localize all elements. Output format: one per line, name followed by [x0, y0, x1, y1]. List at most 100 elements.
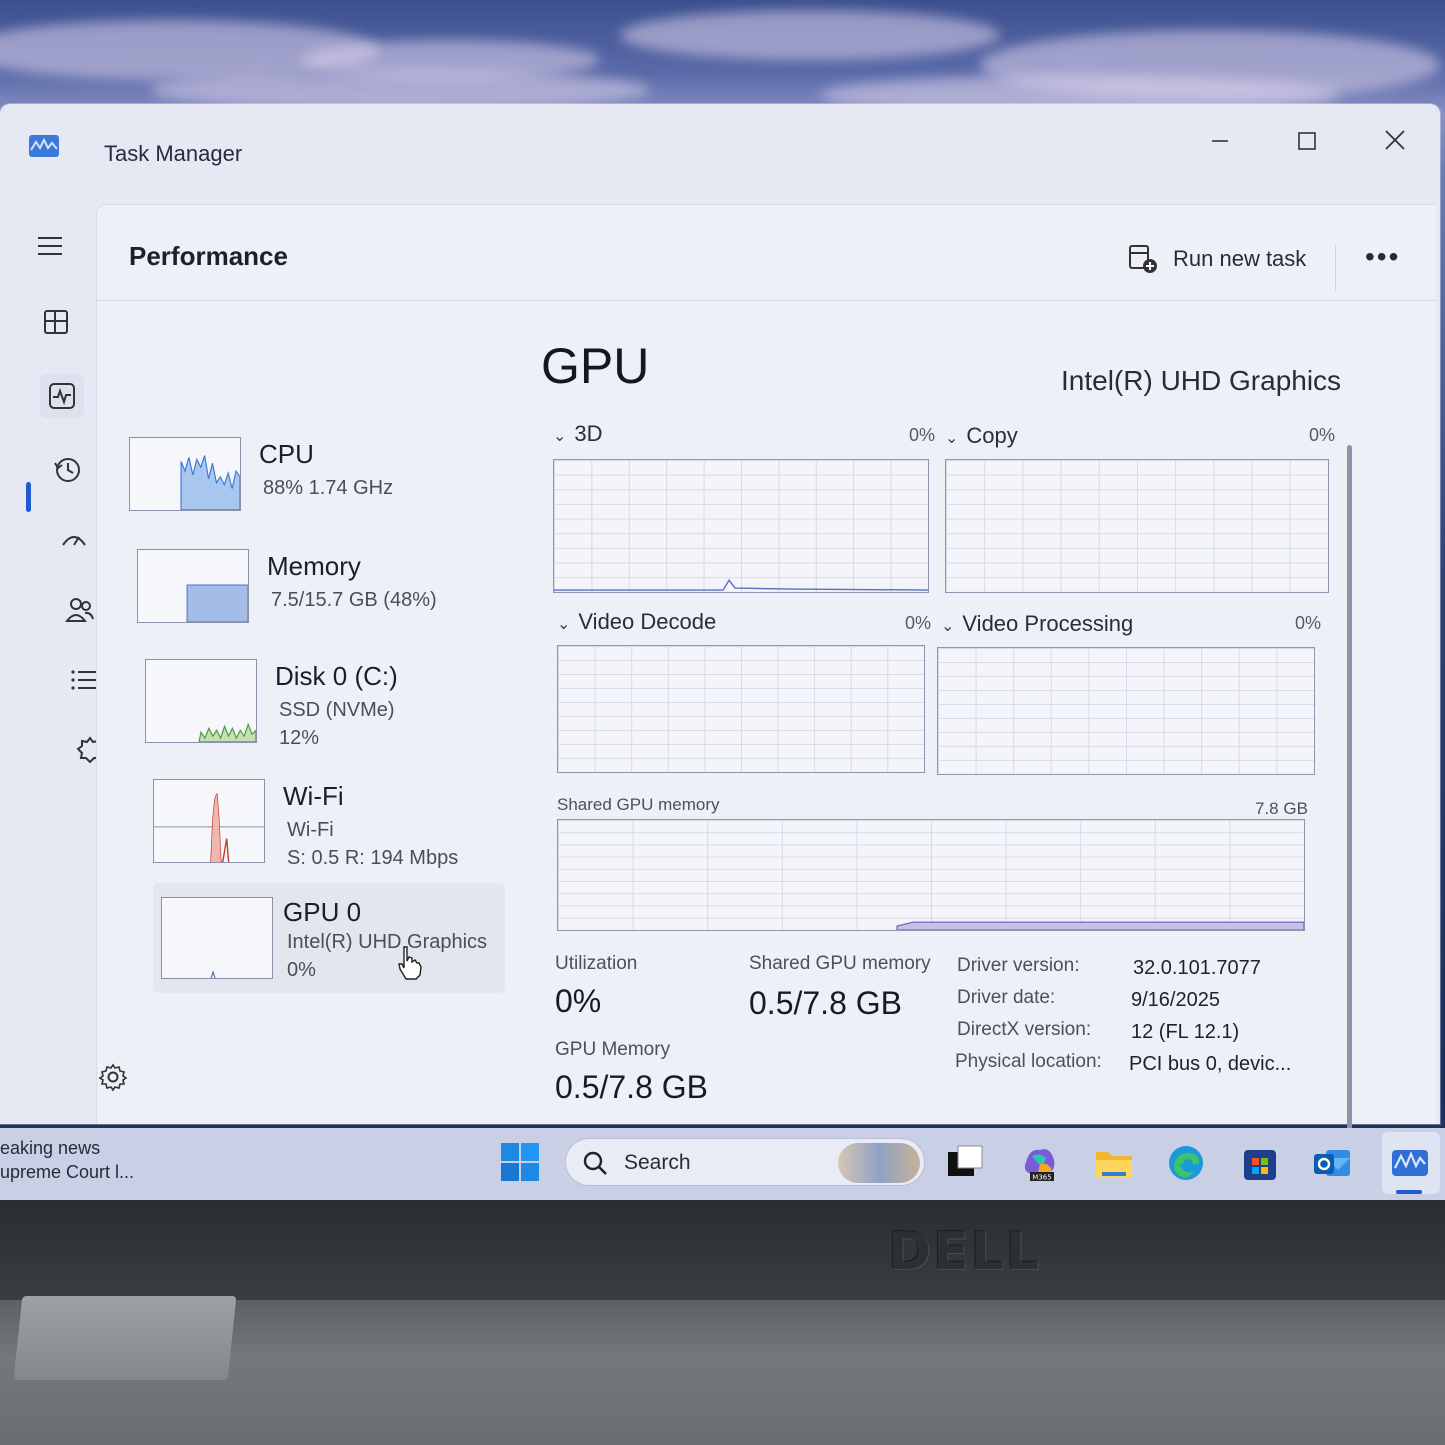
shared-memory-value: 0.5/7.8 GB — [749, 985, 902, 1021]
graph-video-decode-dropdown[interactable]: ⌄ Video Decode — [557, 609, 716, 635]
graph-video-decode-percent: 0% — [905, 613, 932, 633]
run-new-task-button[interactable]: Run new task — [1127, 241, 1306, 277]
start-button[interactable] — [500, 1142, 540, 1182]
cpu-usage: 88% 1.74 GHz — [263, 477, 394, 499]
edge-icon[interactable] — [1166, 1144, 1206, 1182]
nav-processes[interactable] — [34, 300, 78, 344]
task-manager-icon — [1392, 1150, 1428, 1176]
page-header: Performance Run new task ••• — [97, 205, 1436, 301]
task-manager-app-icon — [29, 135, 59, 157]
utilization-value: 0% — [555, 983, 602, 1019]
physical-location-key: Physical location: — [955, 1051, 1102, 1072]
laptop-bezel — [0, 1200, 1445, 1300]
chevron-down-icon: ⌄ — [945, 430, 959, 447]
nav-startup-apps[interactable] — [52, 518, 96, 562]
graph-video-decode-label: Video Decode — [578, 609, 717, 634]
close-button[interactable] — [1370, 122, 1420, 162]
file-explorer-icon[interactable] — [1094, 1144, 1134, 1182]
app-history-icon — [54, 458, 80, 482]
shared-memory-label: Shared GPU memory — [749, 953, 931, 974]
directx-version-key: DirectX version: — [957, 1019, 1092, 1040]
taskbar: eaking news upreme Court l... Search M36… — [0, 1128, 1445, 1200]
graph-video-processing — [937, 647, 1315, 775]
nav-rail — [0, 204, 104, 1104]
chevron-down-icon: ⌄ — [941, 618, 955, 635]
search-highlight-image — [838, 1143, 920, 1183]
graph-video-processing-label: Video Processing — [962, 611, 1134, 636]
shared-memory-graph-max: 7.8 GB — [1255, 799, 1308, 818]
perf-item-wifi[interactable]: Wi-Fi Wi-Fi S: 0.5 R: 194 Mbps — [153, 779, 533, 889]
disk-label: Disk 0 (C:) — [275, 661, 398, 691]
nav-performance[interactable] — [40, 374, 84, 418]
m365-icon[interactable]: M365 — [1020, 1144, 1060, 1182]
disk-type: SSD (NVMe) — [279, 699, 395, 721]
details-icon — [71, 670, 97, 690]
graph-video-processing-dropdown[interactable]: ⌄ Video Processing — [941, 611, 1133, 637]
chevron-down-icon: ⌄ — [553, 428, 567, 445]
graph-3d-label: 3D — [574, 421, 603, 446]
chevron-down-icon: ⌄ — [557, 616, 571, 633]
hand-cursor-icon — [398, 946, 422, 980]
search-placeholder: Search — [624, 1151, 691, 1174]
page-title: Performance — [129, 241, 288, 271]
wifi-adapter: Wi-Fi — [287, 819, 334, 841]
scrollbar[interactable] — [1347, 445, 1352, 1175]
graph-video-processing-percent: 0% — [1295, 613, 1322, 633]
driver-date-value: 9/16/2025 — [1131, 989, 1220, 1011]
graph-video-decode — [557, 645, 925, 773]
news-widget-line1[interactable]: eaking news — [0, 1138, 100, 1159]
laptop-hinge — [13, 1296, 237, 1380]
wifi-thumbnail-graph — [153, 779, 265, 863]
disk-usage: 12% — [279, 727, 320, 749]
window-title: Task Manager — [104, 141, 243, 166]
more-options-button[interactable]: ••• — [1365, 241, 1400, 273]
users-icon — [65, 598, 94, 622]
memory-thumbnail-graph — [137, 549, 249, 623]
perf-item-cpu[interactable]: CPU 88% 1.74 GHz — [129, 437, 509, 547]
perf-item-disk[interactable]: Disk 0 (C:) SSD (NVMe) 12% — [145, 659, 525, 769]
nav-app-history[interactable] — [46, 448, 90, 492]
run-new-task-icon — [1129, 245, 1157, 273]
gpu-memory-value: 0.5/7.8 GB — [555, 1069, 708, 1105]
wifi-label: Wi-Fi — [283, 781, 344, 811]
memory-label: Memory — [267, 551, 361, 581]
news-widget-line2[interactable]: upreme Court l... — [0, 1162, 134, 1183]
m365-label: M365 — [1032, 1174, 1051, 1182]
gpu-label: GPU 0 — [283, 897, 362, 927]
nav-active-indicator — [26, 482, 31, 512]
store-icon[interactable] — [1240, 1144, 1280, 1182]
close-icon — [1385, 130, 1405, 150]
task-view-icon[interactable] — [944, 1144, 984, 1182]
minimize-icon — [1212, 140, 1228, 142]
title-bar[interactable]: Task Manager — [0, 104, 1440, 194]
physical-location-value: PCI bus 0, devic... — [1129, 1053, 1292, 1075]
graph-3d — [553, 459, 929, 593]
memory-usage: 7.5/15.7 GB (48%) — [271, 589, 437, 611]
processes-icon — [44, 310, 68, 334]
maximize-button[interactable] — [1282, 122, 1332, 162]
graph-shared-memory — [557, 819, 1305, 931]
perf-item-gpu[interactable]: GPU 0 Intel(R) UHD Graphics 0% — [153, 883, 505, 993]
hamburger-menu-button[interactable] — [28, 224, 72, 268]
outlook-icon[interactable] — [1312, 1144, 1352, 1182]
graph-3d-dropdown[interactable]: ⌄ 3D — [553, 421, 603, 447]
gpu-model-sub: Intel(R) UHD Graphics — [287, 931, 488, 953]
desktop-wallpaper-sky — [0, 0, 1445, 120]
hamburger-icon — [38, 237, 62, 255]
taskbar-search[interactable]: Search — [565, 1138, 925, 1186]
task-manager-window: Task Manager Performance Run new task ••… — [0, 104, 1440, 1175]
perf-item-memory[interactable]: Memory 7.5/15.7 GB (48%) — [137, 549, 517, 659]
graph-copy-dropdown[interactable]: ⌄ Copy — [945, 423, 1018, 449]
search-icon — [583, 1151, 607, 1175]
maximize-icon — [1298, 132, 1316, 150]
settings-button[interactable] — [98, 1062, 128, 1092]
performance-icon — [49, 383, 75, 409]
minimize-button[interactable] — [1195, 122, 1245, 162]
shared-memory-graph-label: Shared GPU memory — [557, 795, 720, 814]
graph-copy — [945, 459, 1329, 593]
performance-pane: Performance Run new task ••• CPU 88% 1.7… — [96, 204, 1436, 1175]
graph-copy-percent: 0% — [1309, 425, 1336, 445]
gpu-detail-model: Intel(R) UHD Graphics — [1061, 365, 1342, 396]
gpu-detail-title: GPU — [541, 338, 650, 394]
directx-version-value: 12 (FL 12.1) — [1131, 1021, 1240, 1043]
